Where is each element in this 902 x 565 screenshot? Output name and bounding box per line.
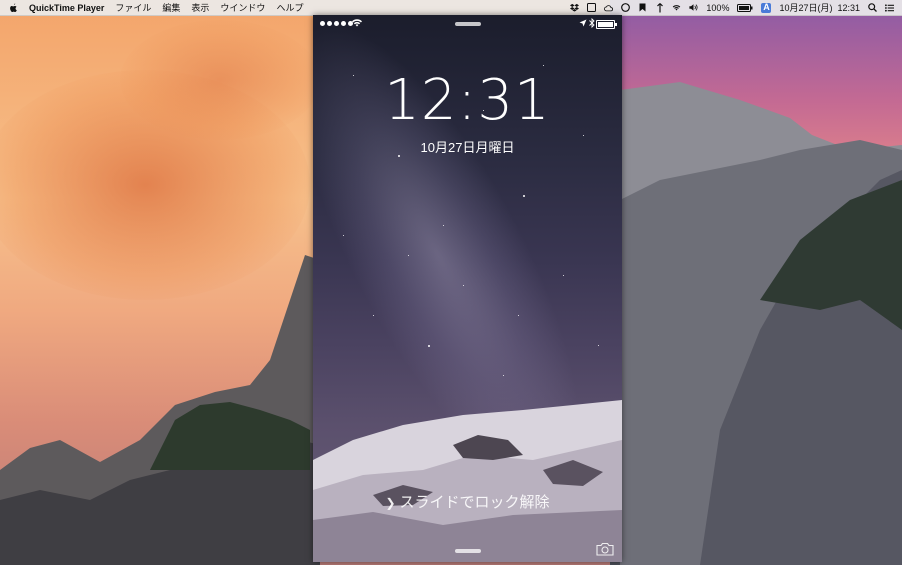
circle-icon[interactable] (621, 3, 631, 12)
input-source-label: A (763, 2, 770, 12)
menu-edit[interactable]: 編集 (162, 1, 180, 14)
lock-screen-date: 10月27日月曜日 (420, 140, 515, 155)
location-icon (579, 19, 587, 27)
battery-icon[interactable] (737, 3, 753, 12)
dropbox-icon[interactable] (570, 3, 580, 12)
slide-to-unlock[interactable]: ❯ スライドでロック解除 (313, 491, 622, 512)
volume-icon[interactable] (689, 3, 698, 12)
snowy-mountain-foreground (313, 400, 622, 562)
app-menu-quicktime-player[interactable]: QuickTime Player (29, 3, 104, 13)
window-icon[interactable] (587, 3, 597, 12)
battery-icon (596, 20, 617, 29)
control-center-grabber[interactable] (455, 549, 481, 553)
signal-strength-icon (320, 21, 353, 26)
camera-icon[interactable] (596, 542, 614, 556)
input-source-icon[interactable]: A (761, 2, 772, 13)
menu-view[interactable]: 表示 (191, 1, 209, 14)
spotlight-icon[interactable] (868, 3, 877, 12)
wifi-icon[interactable] (672, 3, 681, 12)
bluetooth-icon (589, 18, 595, 28)
notification-center-icon[interactable] (885, 3, 894, 12)
menu-clock[interactable]: 10月27日(月) 12:31 (779, 1, 860, 14)
wifi-icon (352, 19, 362, 27)
apple-icon[interactable] (9, 3, 18, 12)
sync-icon[interactable] (655, 2, 664, 12)
menu-bar: QuickTime Player ファイル 編集 表示 ウインドウ ヘルプ 10… (0, 0, 902, 16)
menu-window[interactable]: ウインドウ (220, 1, 265, 14)
chevron-right-icon: ❯ (385, 496, 396, 510)
lock-screen-time: 12:31 (384, 68, 551, 133)
menu-help[interactable]: ヘルプ (276, 1, 303, 14)
iphone-status-bar (313, 15, 622, 33)
menu-file[interactable]: ファイル (115, 1, 151, 14)
cloud-icon[interactable] (604, 3, 614, 12)
notification-center-grabber[interactable] (455, 22, 481, 26)
slide-to-unlock-label: スライドでロック解除 (399, 494, 550, 511)
battery-percent: 100% (706, 2, 730, 13)
bookmark-icon[interactable] (638, 3, 647, 12)
quicktime-iphone-screen[interactable]: 12:31 10月27日月曜日 ❯ スライドでロック解除 (313, 15, 622, 562)
